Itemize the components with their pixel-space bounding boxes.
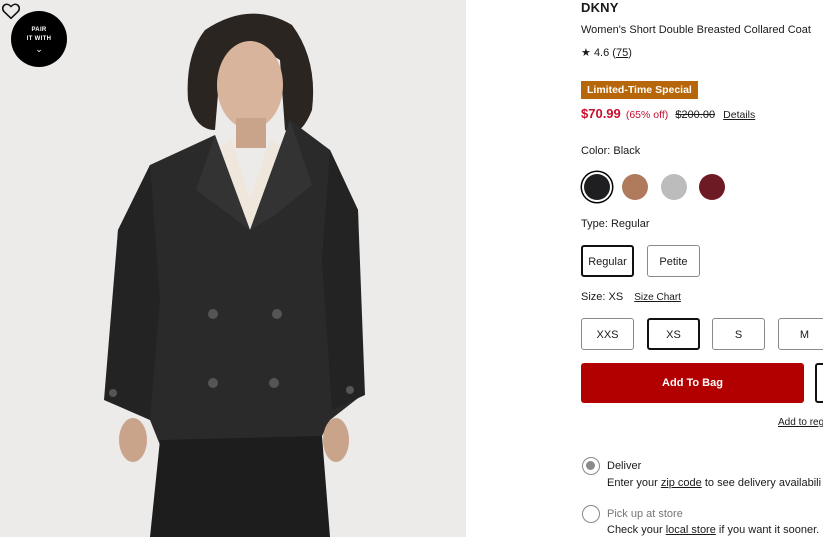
secondary-action-button[interactable] — [815, 363, 823, 403]
pickup-sub-before: Check your — [607, 524, 663, 536]
size-option-xs[interactable]: XS — [647, 318, 700, 350]
coat-photo — [0, 0, 466, 537]
deliver-title: Deliver — [607, 460, 642, 472]
pair-it-with-line1: PAIR — [31, 27, 47, 33]
pair-it-with-line2: IT WITH — [26, 36, 52, 42]
sale-price: $70.99 — [581, 106, 621, 121]
type-label: Type: Regular — [581, 218, 650, 230]
heart-icon[interactable] — [0, 0, 22, 22]
pickup-sub-after: if you want it sooner. — [718, 524, 820, 536]
add-to-bag-button[interactable]: Add To Bag — [581, 363, 804, 403]
size-chart-link[interactable]: Size Chart — [634, 292, 681, 303]
deliver-subtext: Enter your zip code to see delivery avai… — [607, 477, 821, 489]
size-row: Size: XS Size Chart — [581, 291, 681, 303]
review-count-number[interactable]: 75 — [616, 47, 628, 59]
size-option-xxs[interactable]: XXS — [581, 318, 634, 350]
color-swatch-grey[interactable] — [661, 174, 687, 200]
color-swatch-camel[interactable] — [622, 174, 648, 200]
brand-name[interactable]: DKNY — [581, 0, 619, 15]
add-to-registry-link[interactable]: Add to reg — [778, 417, 823, 428]
review-count[interactable]: (75) — [612, 47, 632, 59]
local-store-link[interactable]: local store — [666, 524, 716, 536]
zip-code-link[interactable]: zip code — [661, 477, 702, 489]
chevron-down-icon: ⌄ — [35, 44, 43, 54]
size-option-m[interactable]: M — [778, 318, 823, 350]
rating[interactable]: ★ 4.6 (75) — [581, 46, 632, 59]
type-option-regular[interactable]: Regular — [581, 245, 634, 277]
pickup-title: Pick up at store — [607, 508, 683, 520]
rating-value: 4.6 — [593, 47, 610, 59]
discount-percent: (65% off) — [625, 109, 669, 121]
limited-time-badge: Limited-Time Special — [581, 81, 698, 99]
star-icon: ★ — [581, 47, 591, 59]
original-price: $200.00 — [675, 109, 716, 121]
type-option-petite[interactable]: Petite — [647, 245, 700, 277]
price-row: $70.99 (65% off) $200.00 Details — [581, 106, 755, 121]
product-title: Women's Short Double Breasted Collared C… — [581, 24, 811, 36]
size-option-s[interactable]: S — [712, 318, 765, 350]
deliver-sub-after: to see delivery availabili — [704, 477, 822, 489]
color-swatch-black[interactable] — [584, 174, 610, 200]
price-details-link[interactable]: Details — [723, 109, 755, 121]
color-label: Color: Black — [581, 145, 641, 157]
product-image[interactable]: PAIR IT WITH ⌄ — [0, 0, 466, 537]
color-swatch-burgundy[interactable] — [699, 174, 725, 200]
deliver-sub-before: Enter your — [607, 477, 658, 489]
pickup-radio[interactable] — [582, 505, 600, 523]
pickup-subtext: Check your local store if you want it so… — [607, 524, 819, 536]
size-label: Size: XS — [581, 291, 624, 303]
deliver-radio[interactable] — [582, 457, 600, 475]
